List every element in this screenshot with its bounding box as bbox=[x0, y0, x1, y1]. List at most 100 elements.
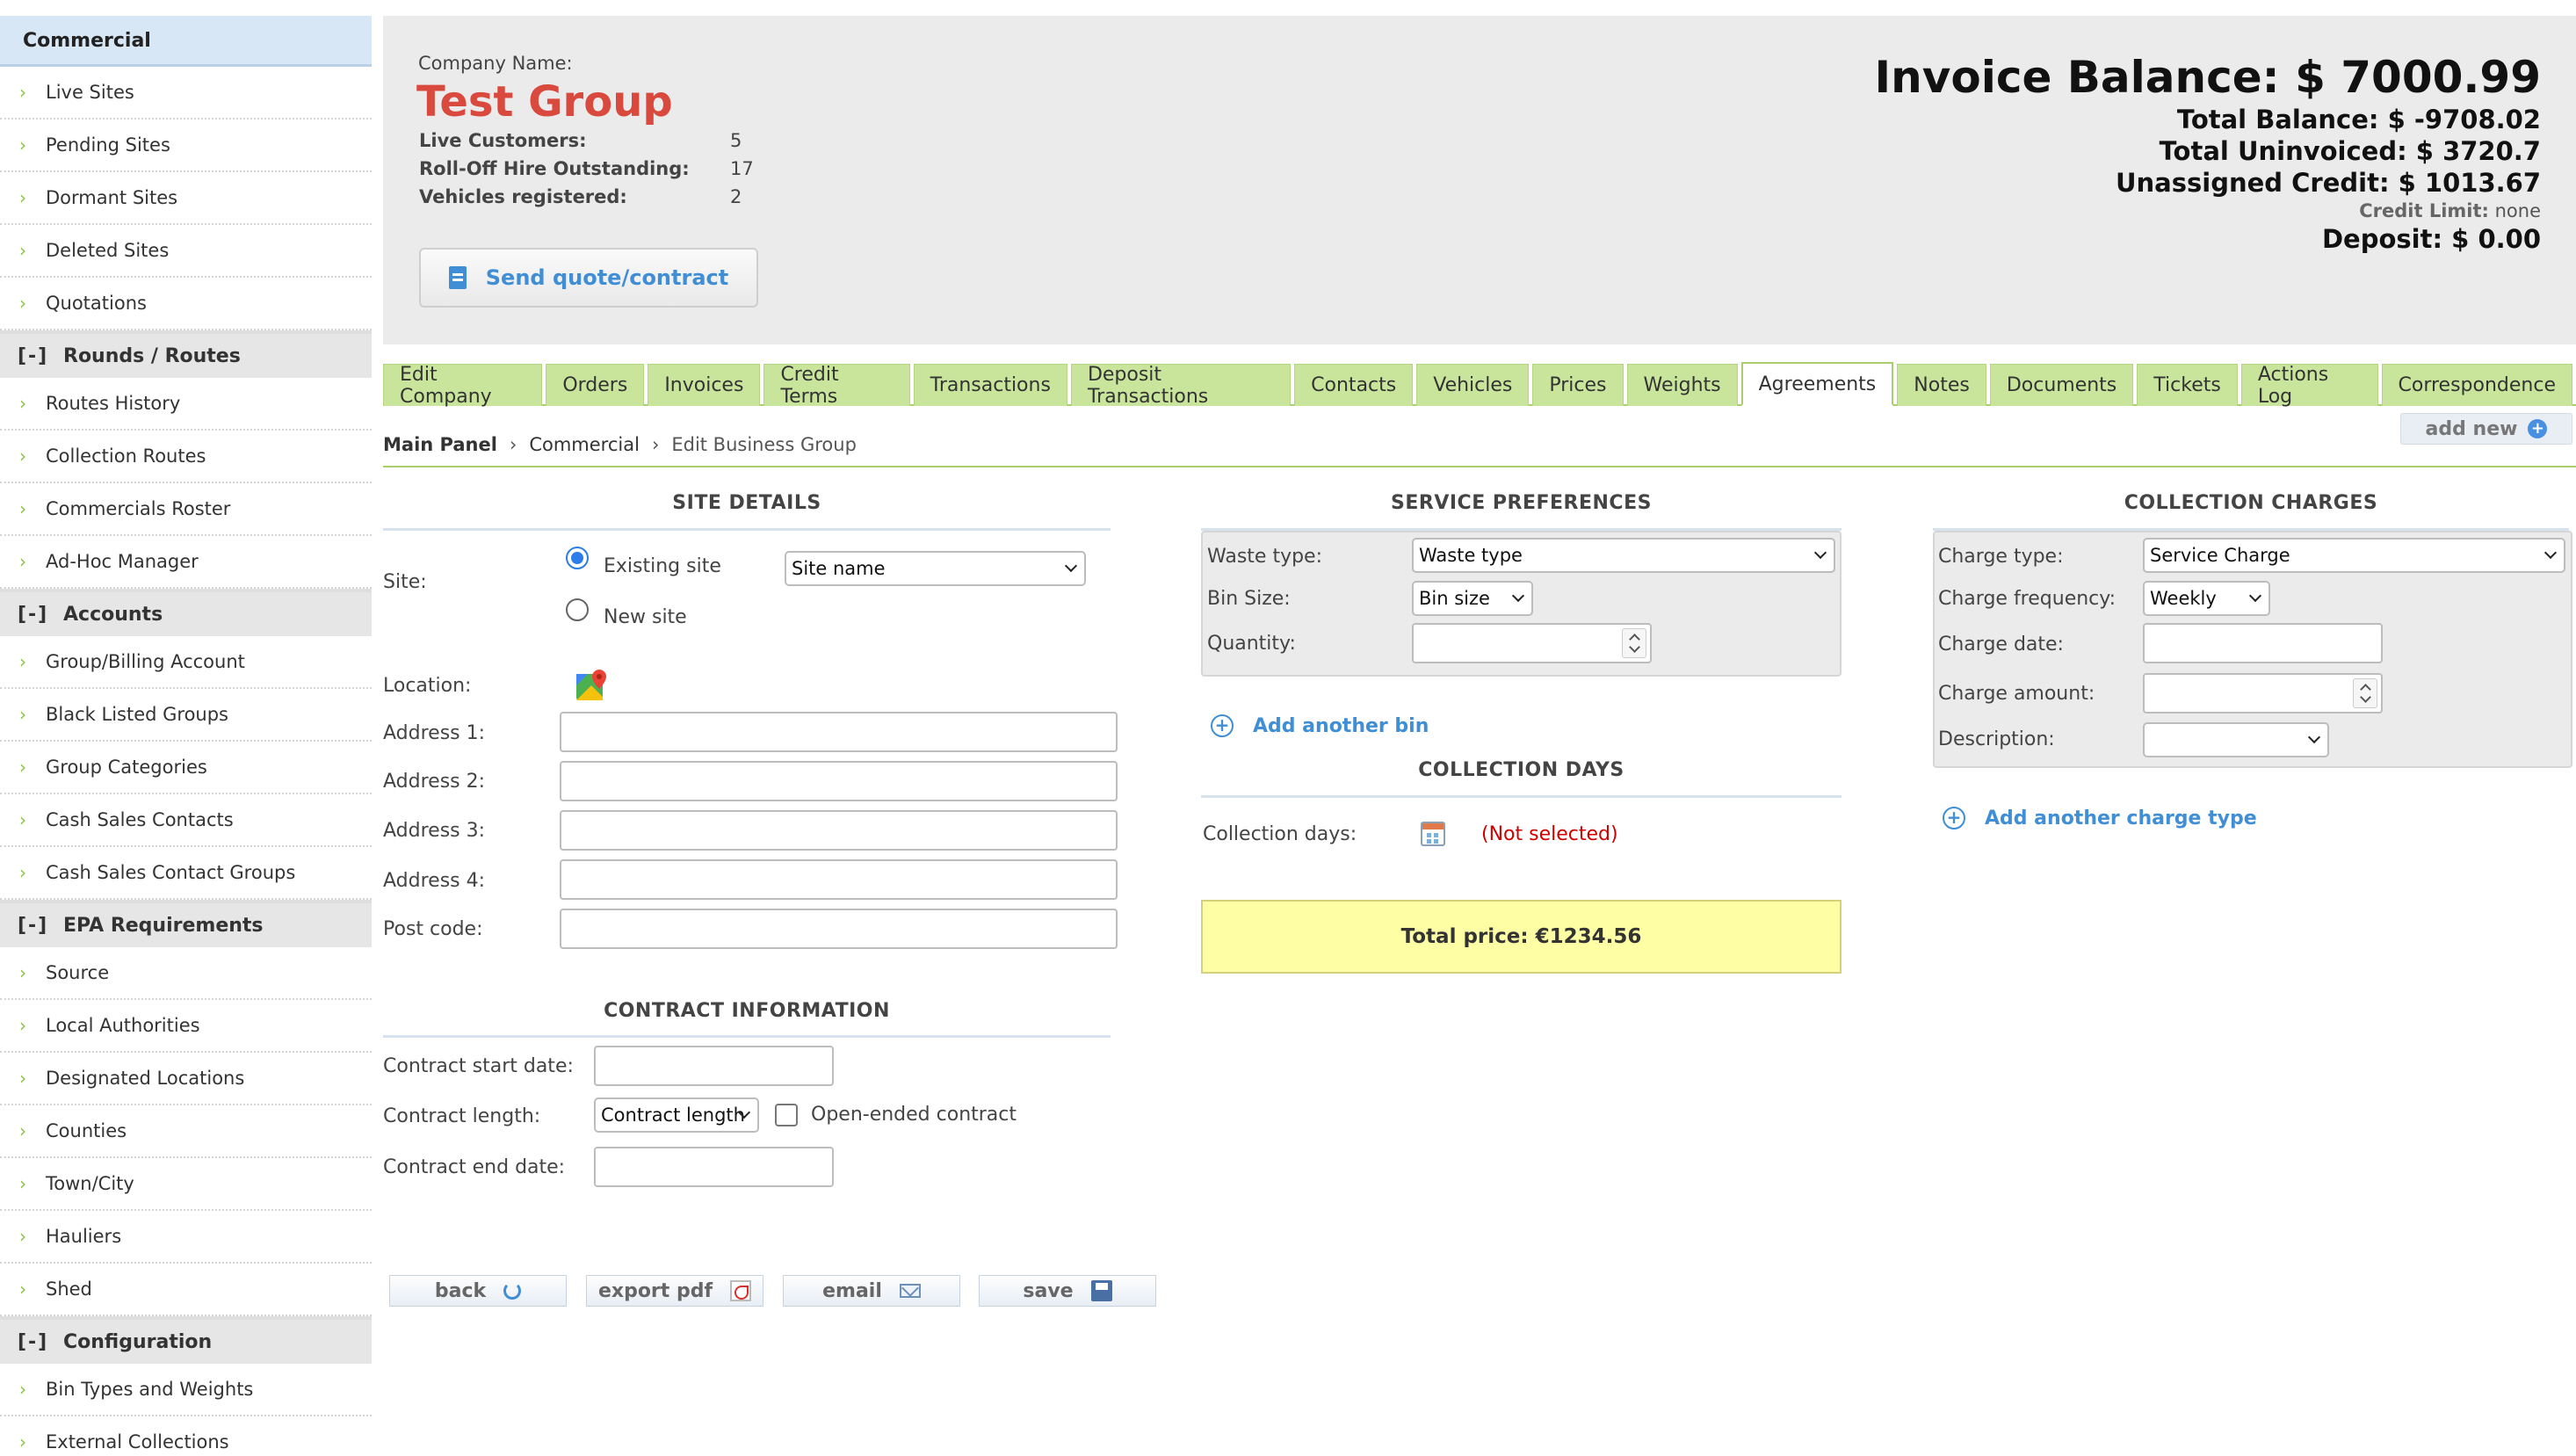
sidebar-item-deleted-sites[interactable]: › Deleted Sites bbox=[0, 225, 372, 278]
tab-agreements[interactable]: Agreements bbox=[1740, 362, 1894, 406]
add-new-label: add new bbox=[2425, 417, 2518, 440]
sidebar-item-label: Collection Routes bbox=[46, 445, 206, 467]
chevron-right-icon: › bbox=[19, 1068, 26, 1089]
chevron-right-icon: › bbox=[19, 293, 26, 314]
waste-type-select-value: Waste type bbox=[1419, 545, 1523, 566]
sidebar-item-external-collections[interactable]: › External Collections bbox=[0, 1416, 372, 1456]
tab-credit-terms[interactable]: Credit Terms bbox=[763, 364, 910, 408]
bin-size-label: Bin Size: bbox=[1207, 588, 1291, 610]
tab-orders[interactable]: Orders bbox=[546, 364, 645, 406]
tab-notes[interactable]: Notes bbox=[1897, 364, 1986, 406]
tab-prices[interactable]: Prices bbox=[1532, 364, 1624, 406]
breadcrumb: Main Panel › Commercial › Edit Business … bbox=[383, 434, 857, 455]
total-uninvoiced: Total Uninvoiced: $ 3720.7 bbox=[2159, 135, 2541, 166]
charge-date-label: Charge date: bbox=[1938, 634, 2064, 656]
sidebar-item-live-sites[interactable]: › Live Sites bbox=[0, 67, 372, 120]
tab-actions-log[interactable]: Actions Log bbox=[2240, 364, 2378, 408]
sidebar-item-shed[interactable]: › Shed bbox=[0, 1264, 372, 1316]
sidebar-item-quotations[interactable]: › Quotations bbox=[0, 278, 372, 330]
existing-site-radio[interactable] bbox=[566, 547, 589, 569]
add-new-button[interactable]: add new + bbox=[2400, 413, 2572, 445]
sidebar-group-configuration[interactable]: [-] Configuration bbox=[0, 1316, 372, 1364]
address4-input[interactable] bbox=[560, 859, 1118, 900]
sidebar-item-designated-locations[interactable]: › Designated Locations bbox=[0, 1053, 372, 1105]
tab-weights[interactable]: Weights bbox=[1626, 364, 1738, 406]
tab-tickets[interactable]: Tickets bbox=[2137, 364, 2238, 406]
address2-input[interactable] bbox=[560, 761, 1118, 801]
sidebar-item-bin-types-weights[interactable]: › Bin Types and Weights bbox=[0, 1364, 372, 1416]
address1-input[interactable] bbox=[560, 712, 1118, 752]
floppy-disk-icon bbox=[1090, 1280, 1112, 1301]
sidebar-group-epa-requirements[interactable]: [-] EPA Requirements bbox=[0, 900, 372, 947]
charge-amount-stepper[interactable] bbox=[2143, 673, 2383, 714]
quantity-stepper[interactable] bbox=[1412, 623, 1652, 663]
stepper-arrows-icon[interactable] bbox=[2353, 678, 2377, 708]
tab-edit-company[interactable]: Edit Company bbox=[383, 364, 543, 408]
description-select[interactable] bbox=[2143, 722, 2329, 757]
save-button[interactable]: save bbox=[979, 1275, 1156, 1307]
charge-type-select[interactable]: Service Charge bbox=[2143, 538, 2565, 573]
sidebar-item-commercials-roster[interactable]: › Commercials Roster bbox=[0, 483, 372, 536]
sidebar-item-group-categories[interactable]: › Group Categories bbox=[0, 742, 372, 794]
sidebar-item-cash-sales-contact-groups[interactable]: › Cash Sales Contact Groups bbox=[0, 847, 372, 900]
stepper-arrows-icon[interactable] bbox=[1622, 628, 1646, 658]
total-price-box: Total price: €1234.56 bbox=[1201, 900, 1842, 974]
charge-date-input[interactable] bbox=[2143, 623, 2383, 663]
credit-limit-value: none bbox=[2494, 199, 2541, 221]
tab-invoices[interactable]: Invoices bbox=[648, 364, 761, 406]
sidebar-item-routes-history[interactable]: › Routes History bbox=[0, 378, 372, 431]
sidebar-group-rounds-routes[interactable]: [-] Rounds / Routes bbox=[0, 330, 372, 378]
export-pdf-button[interactable]: export pdf bbox=[586, 1275, 763, 1307]
google-maps-icon[interactable] bbox=[575, 669, 609, 702]
email-button[interactable]: email bbox=[783, 1275, 960, 1307]
contract-start-date-input[interactable] bbox=[594, 1046, 834, 1086]
collapse-toggle[interactable]: [-] bbox=[18, 345, 63, 367]
collapse-toggle[interactable]: [-] bbox=[18, 604, 63, 626]
sidebar-group-accounts[interactable]: [-] Accounts bbox=[0, 589, 372, 636]
collapse-toggle[interactable]: [-] bbox=[18, 915, 63, 937]
sidebar-item-pending-sites[interactable]: › Pending Sites bbox=[0, 120, 372, 172]
tab-vehicles[interactable]: Vehicles bbox=[1416, 364, 1530, 406]
open-ended-checkbox[interactable] bbox=[775, 1104, 798, 1126]
new-site-radio[interactable] bbox=[566, 598, 589, 621]
sidebar-item-collection-routes[interactable]: › Collection Routes bbox=[0, 431, 372, 483]
collection-days-status: (Not selected) bbox=[1481, 823, 1618, 845]
sidebar-header-commercial[interactable]: Commercial bbox=[0, 16, 372, 67]
back-button[interactable]: back bbox=[389, 1275, 567, 1307]
charge-frequency-select[interactable]: Weekly bbox=[2143, 581, 2270, 616]
postcode-input[interactable] bbox=[560, 909, 1118, 949]
chevron-down-icon bbox=[2543, 546, 2558, 560]
sidebar-item-label: Town/City bbox=[46, 1173, 134, 1194]
sidebar-item-group-billing-account[interactable]: › Group/Billing Account bbox=[0, 636, 372, 689]
sidebar-item-label: Cash Sales Contacts bbox=[46, 809, 234, 830]
waste-type-select[interactable]: Waste type bbox=[1412, 538, 1835, 573]
send-quote-contract-button[interactable]: Send quote/contract bbox=[419, 248, 758, 308]
tab-contacts[interactable]: Contacts bbox=[1294, 364, 1414, 406]
sidebar-item-dormant-sites[interactable]: › Dormant Sites bbox=[0, 172, 372, 225]
contract-length-select[interactable]: Contract length bbox=[594, 1097, 759, 1133]
collapse-toggle[interactable]: [-] bbox=[18, 1331, 63, 1353]
add-another-bin-link[interactable]: + Add another bin bbox=[1211, 714, 1429, 737]
sidebar-item-town-city[interactable]: › Town/City bbox=[0, 1158, 372, 1211]
calendar-icon[interactable] bbox=[1421, 822, 1445, 846]
breadcrumb-commercial[interactable]: Commercial bbox=[529, 434, 640, 455]
sidebar-item-black-listed-groups[interactable]: › Black Listed Groups bbox=[0, 689, 372, 742]
contract-end-date-input[interactable] bbox=[594, 1147, 834, 1187]
add-another-charge-type-link[interactable]: + Add another charge type bbox=[1943, 807, 2257, 829]
tab-correspondence[interactable]: Correspondence bbox=[2381, 364, 2572, 406]
breadcrumb-main-panel[interactable]: Main Panel bbox=[383, 434, 497, 455]
tab-transactions[interactable]: Transactions bbox=[913, 364, 1067, 406]
sidebar-item-cash-sales-contacts[interactable]: › Cash Sales Contacts bbox=[0, 794, 372, 847]
site-name-select[interactable]: Site name bbox=[785, 551, 1086, 586]
sidebar-item-local-authorities[interactable]: › Local Authorities bbox=[0, 1000, 372, 1053]
tab-deposit-transactions[interactable]: Deposit Transactions bbox=[1070, 364, 1292, 408]
sidebar-item-ad-hoc-manager[interactable]: › Ad-Hoc Manager bbox=[0, 536, 372, 589]
sidebar-item-hauliers[interactable]: › Hauliers bbox=[0, 1211, 372, 1264]
tab-documents[interactable]: Documents bbox=[1989, 364, 2134, 406]
stat-live-customers: Live Customers: 5 bbox=[419, 130, 754, 158]
sidebar-item-counties[interactable]: › Counties bbox=[0, 1105, 372, 1158]
contract-length-select-value: Contract length bbox=[601, 1105, 745, 1126]
sidebar-item-source[interactable]: › Source bbox=[0, 947, 372, 1000]
bin-size-select[interactable]: Bin size bbox=[1412, 581, 1533, 616]
address3-input[interactable] bbox=[560, 810, 1118, 851]
